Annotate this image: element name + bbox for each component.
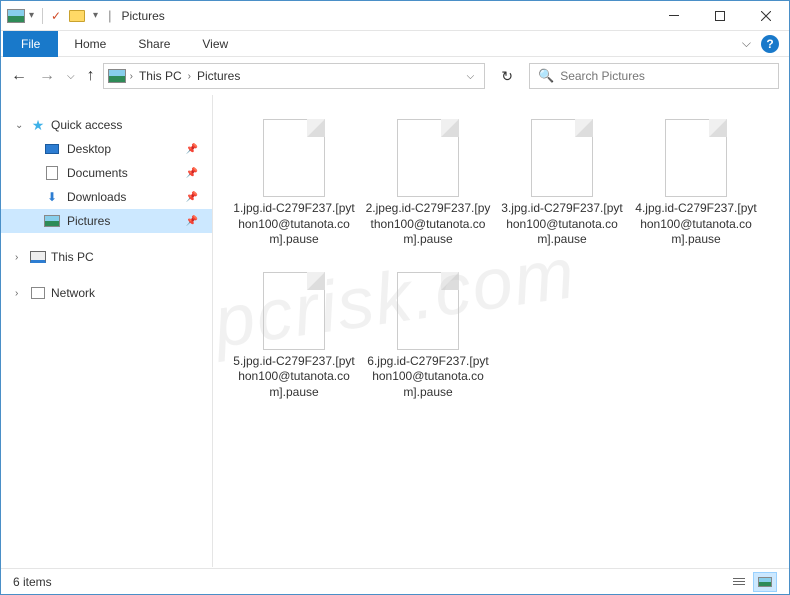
file-item[interactable]: 5.jpg.id-C279F237.[python100@tutanota.co… [227, 268, 361, 405]
breadcrumb-this-pc[interactable]: This PC [135, 67, 186, 85]
pin-icon: 📌 [186, 192, 198, 203]
file-thumbnail [255, 119, 333, 197]
close-icon [761, 11, 771, 21]
address-bar[interactable]: › This PC › Pictures ⌵ [103, 63, 486, 89]
item-count: 6 items [13, 575, 52, 589]
expand-icon[interactable]: › [15, 252, 25, 263]
file-thumbnail [389, 272, 467, 350]
forward-button[interactable]: → [39, 67, 55, 85]
window-controls [651, 1, 789, 31]
pin-icon: 📌 [186, 216, 198, 227]
search-box[interactable]: 🔍 [529, 63, 779, 89]
collapse-icon[interactable]: ⌄ [15, 120, 25, 131]
file-item[interactable]: 2.jpeg.id-C279F237.[python100@tutanota.c… [361, 115, 495, 252]
file-name: 1.jpg.id-C279F237.[python100@tutanota.co… [231, 201, 357, 248]
crumb-sep-icon[interactable]: › [188, 71, 191, 82]
window-title: Pictures [121, 9, 164, 23]
up-button[interactable]: ↑ [87, 67, 95, 85]
crumb-sep-icon[interactable]: › [130, 71, 133, 82]
sidebar-item-downloads[interactable]: ⬇ Downloads 📌 [1, 185, 212, 209]
document-icon [46, 166, 58, 180]
qat-customize-icon[interactable]: ▾ [93, 10, 98, 21]
star-icon: ★ [29, 117, 47, 134]
view-tab[interactable]: View [186, 33, 244, 55]
qat-separator [42, 8, 43, 24]
details-view-button[interactable] [727, 572, 751, 592]
maximize-button[interactable] [697, 1, 743, 31]
thumbnails-view-icon [758, 577, 772, 587]
properties-qat-icon[interactable]: ✓ [51, 9, 65, 23]
this-pc-label: This PC [51, 250, 94, 264]
address-bar-end: ⌵ [467, 71, 481, 82]
sidebar-item-label: Pictures [67, 214, 110, 228]
nav-arrows: ← → ⌵ ↑ [11, 67, 95, 85]
sidebar-item-label: Downloads [67, 190, 126, 204]
sidebar-item-desktop[interactable]: Desktop 📌 [1, 137, 212, 161]
maximize-icon [715, 11, 725, 21]
titlebar-left: ▾ ✓ ▾ | Pictures [7, 8, 165, 24]
pictures-icon [44, 215, 60, 227]
file-name: 6.jpg.id-C279F237.[python100@tutanota.co… [365, 354, 491, 401]
expand-icon[interactable]: › [15, 288, 25, 299]
files-view[interactable]: 1.jpg.id-C279F237.[python100@tutanota.co… [213, 95, 789, 567]
file-name: 2.jpeg.id-C279F237.[python100@tutanota.c… [365, 201, 491, 248]
qat-dropdown-icon[interactable]: ▾ [29, 10, 34, 21]
thumbnails-view-button[interactable] [753, 572, 777, 592]
titlebar: ▾ ✓ ▾ | Pictures [1, 1, 789, 31]
file-item[interactable]: 6.jpg.id-C279F237.[python100@tutanota.co… [361, 268, 495, 405]
pin-icon: 📌 [186, 168, 198, 179]
file-tab[interactable]: File [3, 31, 58, 57]
file-item[interactable]: 1.jpg.id-C279F237.[python100@tutanota.co… [227, 115, 361, 252]
network-label: Network [51, 286, 95, 300]
close-button[interactable] [743, 1, 789, 31]
view-toggle [727, 572, 777, 592]
file-item[interactable]: 3.jpg.id-C279F237.[python100@tutanota.co… [495, 115, 629, 252]
address-dropdown-icon[interactable]: ⌵ [467, 71, 475, 82]
refresh-button[interactable]: ↻ [501, 68, 513, 85]
search-icon: 🔍 [538, 68, 554, 84]
explorer-app-icon[interactable] [7, 9, 25, 23]
desktop-icon [45, 144, 59, 154]
quick-access-label: Quick access [51, 118, 122, 132]
file-thumbnail [255, 272, 333, 350]
new-folder-qat-icon[interactable] [69, 10, 85, 22]
breadcrumb-pictures[interactable]: Pictures [193, 67, 244, 85]
network-node[interactable]: › Network [1, 281, 212, 305]
this-pc-node[interactable]: › This PC [1, 245, 212, 269]
location-icon [108, 69, 126, 83]
ribbon-expand-icon[interactable]: ⌵ [742, 36, 751, 51]
file-name: 3.jpg.id-C279F237.[python100@tutanota.co… [499, 201, 625, 248]
ribbon-right: ⌵ ? [742, 35, 789, 53]
search-input[interactable] [560, 69, 770, 83]
network-icon [31, 287, 45, 299]
history-dropdown-icon[interactable]: ⌵ [67, 71, 75, 82]
minimize-button[interactable] [651, 1, 697, 31]
back-button[interactable]: ← [11, 67, 27, 85]
file-item[interactable]: 4.jpg.id-C279F237.[python100@tutanota.co… [629, 115, 763, 252]
status-bar: 6 items [1, 568, 789, 594]
content-area: ⌄ ★ Quick access Desktop 📌 Documents 📌 ⬇… [1, 95, 789, 567]
file-thumbnail [389, 119, 467, 197]
help-icon[interactable]: ? [761, 35, 779, 53]
quick-access-node[interactable]: ⌄ ★ Quick access [1, 113, 212, 137]
address-bar-row: ← → ⌵ ↑ › This PC › Pictures ⌵ ↻ 🔍 [1, 57, 789, 95]
download-icon: ⬇ [47, 190, 57, 204]
share-tab[interactable]: Share [122, 33, 186, 55]
minimize-icon [669, 15, 679, 16]
file-name: 5.jpg.id-C279F237.[python100@tutanota.co… [231, 354, 357, 401]
home-tab[interactable]: Home [58, 33, 122, 55]
pin-icon: 📌 [186, 144, 198, 155]
file-name: 4.jpg.id-C279F237.[python100@tutanota.co… [633, 201, 759, 248]
pc-icon [30, 251, 46, 263]
sidebar-item-label: Desktop [67, 142, 111, 156]
details-view-icon [733, 578, 745, 585]
sidebar-item-pictures[interactable]: Pictures 📌 [1, 209, 212, 233]
navigation-pane[interactable]: ⌄ ★ Quick access Desktop 📌 Documents 📌 ⬇… [1, 95, 213, 567]
file-thumbnail [657, 119, 735, 197]
sidebar-item-documents[interactable]: Documents 📌 [1, 161, 212, 185]
sidebar-item-label: Documents [67, 166, 128, 180]
ribbon-tabs: File Home Share View ⌵ ? [1, 31, 789, 57]
file-thumbnail [523, 119, 601, 197]
title-separator: | [108, 8, 111, 23]
